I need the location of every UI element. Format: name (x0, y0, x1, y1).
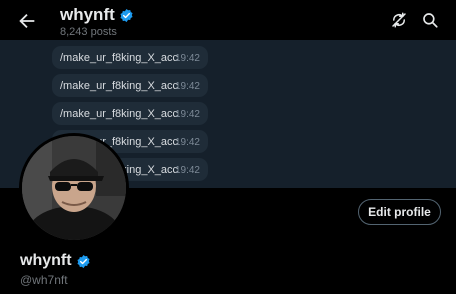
message-bubble: /make_ur_f8king_X_acc 19:42 (52, 74, 208, 97)
post-count: 8,243 posts (60, 26, 117, 38)
refresh-disabled-icon[interactable] (390, 11, 408, 29)
top-bar: whynft 8,243 posts (0, 0, 456, 40)
verified-badge-icon (119, 8, 134, 23)
message-time: 19:42 (174, 109, 200, 120)
message-text: /make_ur_f8king_X_acc (60, 79, 179, 92)
profile-name: whynft (20, 252, 72, 269)
profile-handle: @wh7nft (20, 273, 68, 287)
message-time: 19:42 (174, 137, 200, 148)
message-text: /make_ur_f8king_X_acc (60, 107, 179, 120)
message-bubble: /make_ur_f8king_X_acc 19:42 (52, 102, 208, 125)
avatar[interactable] (19, 133, 129, 243)
search-icon[interactable] (421, 11, 439, 29)
verified-badge-icon (76, 254, 91, 269)
message-time: 19:42 (174, 165, 200, 176)
message-text: /make_ur_f8king_X_acc (60, 51, 179, 64)
message-bubble: /make_ur_f8king_X_acc 19:42 (52, 46, 208, 69)
back-arrow-icon[interactable] (16, 10, 38, 32)
message-time: 19:42 (174, 53, 200, 64)
edit-profile-button[interactable]: Edit profile (358, 199, 441, 225)
header-title-block: whynft 8,243 posts (60, 5, 134, 38)
profile-name-row: whynft (20, 252, 91, 270)
message-time: 19:42 (174, 81, 200, 92)
header-title: whynft (60, 5, 115, 24)
